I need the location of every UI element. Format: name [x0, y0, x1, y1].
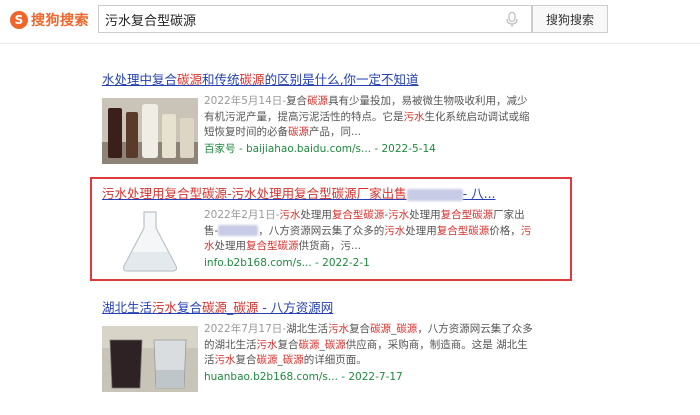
sogou-logo[interactable]: S 搜狗搜索 — [10, 9, 89, 31]
top-search-bar: S 搜狗搜索 搜狗搜索 — [0, 0, 700, 44]
result-title-link[interactable]: 水处理中复合碳源和传统碳源的区别是什么,你一定不知道 — [102, 72, 662, 88]
result-snippet: 2022年5月14日-复合碳源具有少量投加，易被微生物吸收利用，减少有机污泥产量… — [204, 94, 534, 157]
result-url[interactable]: huanbao.b2b168.com/s... - 2022-7-17 — [204, 370, 534, 385]
microphone-icon[interactable] — [505, 12, 519, 28]
search-button[interactable]: 搜狗搜索 — [532, 5, 608, 33]
sogou-logo-icon: S — [10, 11, 28, 29]
result-thumbnail[interactable] — [102, 326, 198, 392]
annotation-highlight-box — [90, 177, 572, 281]
search-result: 湖北生活污水复合碳源_碳源 - 八方资源网 2022年7月17日-湖北生活污水复… — [102, 300, 662, 396]
result-snippet: 2022年7月17日-湖北生活污水复合碳源_碳源，八方资源网云集了众多的湖北生活… — [204, 323, 534, 385]
search-box[interactable] — [98, 5, 532, 33]
result-thumbnail[interactable] — [102, 98, 198, 164]
result-url[interactable]: 百家号 - baijiahao.baidu.com/s... - 2022-5-… — [204, 142, 534, 157]
result-title-link[interactable]: 湖北生活污水复合碳源_碳源 - 八方资源网 — [102, 300, 662, 316]
logo-text: 搜狗搜索 — [31, 13, 89, 29]
search-input[interactable] — [105, 10, 485, 28]
search-result: 水处理中复合碳源和传统碳源的区别是什么,你一定不知道 2022年5月14日-复合… — [102, 72, 662, 168]
